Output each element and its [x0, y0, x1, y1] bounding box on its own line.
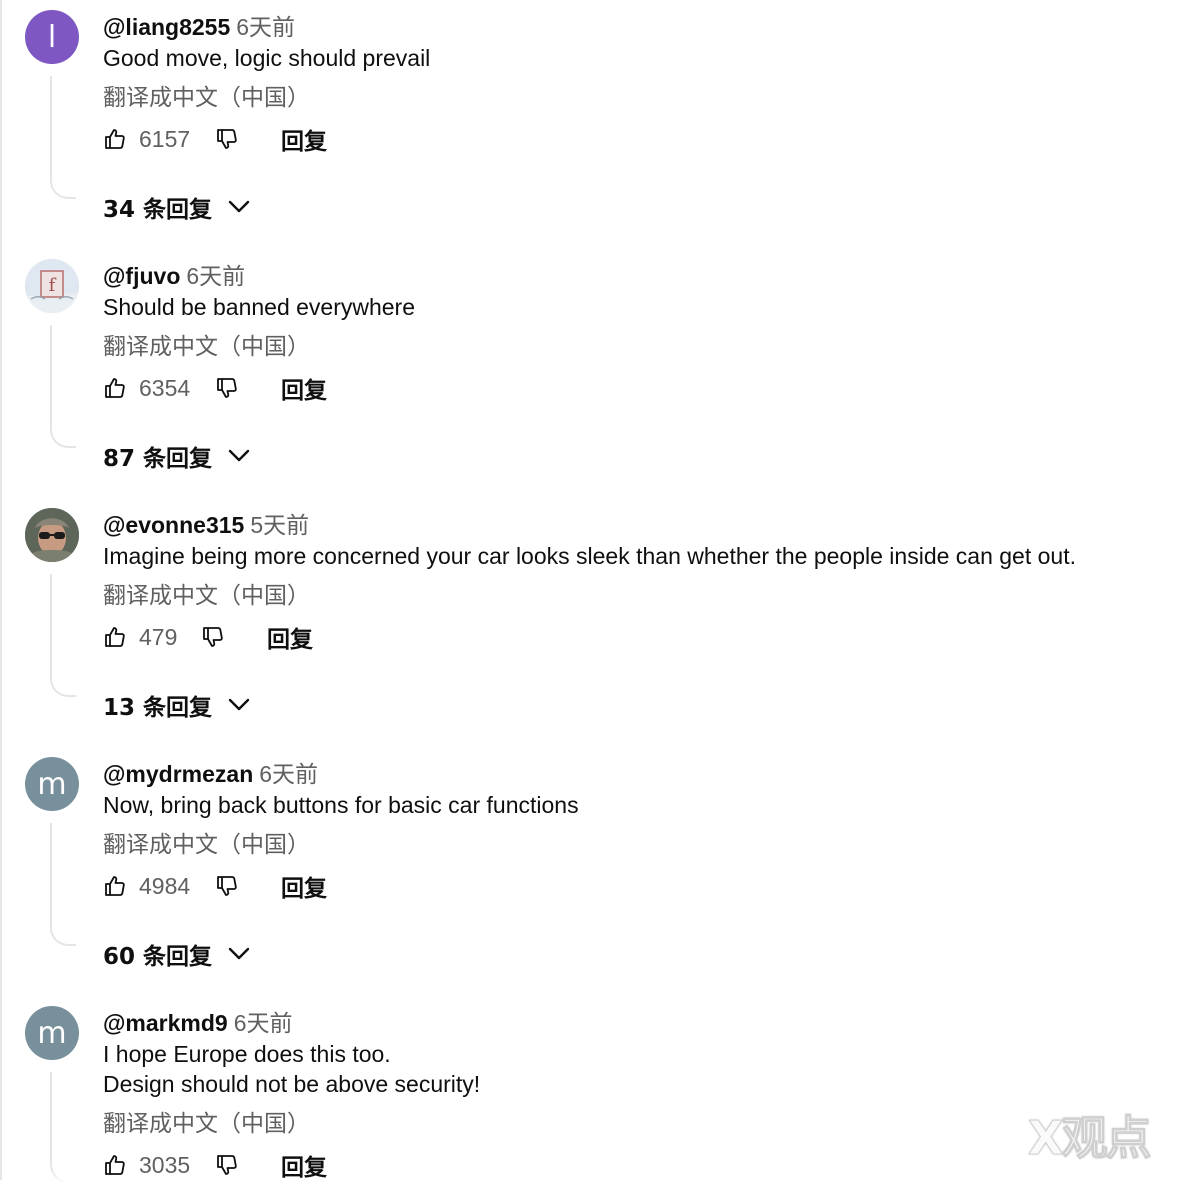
avatar[interactable]: m	[25, 1006, 79, 1060]
avatar-letter: l	[47, 19, 57, 55]
comment-text-line: Should be banned everywhere	[103, 294, 416, 320]
thumbs-up-icon	[105, 876, 125, 896]
comment-header: @liang8255 6天前	[103, 8, 295, 42]
reply-button[interactable]: 回复	[281, 122, 327, 156]
avatar-image	[25, 508, 79, 562]
thumbs-down-icon	[217, 129, 237, 149]
thumbs-up-icon	[105, 378, 125, 398]
avatar-letter: m	[37, 1015, 67, 1051]
avatar-letter: m	[37, 766, 67, 802]
translate-link[interactable]: 翻译成中文（中国）	[103, 1104, 310, 1138]
comment-text-line: Imagine being more concerned your car lo…	[103, 543, 1076, 569]
like-button[interactable]	[103, 1153, 127, 1177]
thumbs-down-icon	[217, 876, 237, 896]
thread-connector	[50, 574, 76, 697]
comment-text: Should be banned everywhere	[103, 292, 415, 322]
chevron-down-icon	[228, 200, 250, 213]
comment-actions: 6354 回复	[103, 371, 327, 405]
comment-text-line: I hope Europe does this too.	[103, 1041, 391, 1067]
comment-text: Imagine being more concerned your car lo…	[103, 541, 1076, 571]
watermark-logo: X观点	[1027, 1111, 1151, 1166]
comment-actions: 6157 回复	[103, 122, 327, 156]
comment-item: l @liang8255 6天前 Good move, logic should …	[0, 0, 1181, 249]
author-name[interactable]: @markmd9	[103, 1010, 228, 1036]
comment-item: f @fjuvo 6天前 Should be banned everywhere …	[0, 249, 1181, 498]
thread-connector	[50, 1072, 76, 1182]
avatar[interactable]: l	[25, 10, 79, 64]
like-count: 6157	[139, 125, 191, 152]
translate-link[interactable]: 翻译成中文（中国）	[103, 78, 310, 112]
thread-connector	[50, 823, 76, 946]
avatar[interactable]: f	[25, 259, 79, 313]
comment-time[interactable]: 6天前	[234, 1010, 293, 1036]
replies-count: 87 条回复	[103, 446, 213, 472]
comment-text-line: Design should not be above security!	[103, 1071, 481, 1097]
comment-text: Good move, logic should prevail	[103, 43, 430, 73]
translate-link[interactable]: 翻译成中文（中国）	[103, 825, 310, 859]
comment-actions: 479 回复	[103, 620, 313, 654]
author-name[interactable]: @fjuvo	[103, 263, 180, 289]
like-count: 6354	[139, 374, 191, 401]
comment-item: m @mydrmezan 6天前 Now, bring back buttons …	[0, 747, 1181, 996]
dislike-button[interactable]	[215, 1153, 239, 1177]
comment-time[interactable]: 6天前	[259, 761, 318, 787]
author-name[interactable]: @evonne315	[103, 512, 244, 538]
chevron-down-icon	[228, 449, 250, 462]
comment-time[interactable]: 6天前	[186, 263, 245, 289]
thumbs-down-icon	[203, 627, 223, 647]
translate-link[interactable]: 翻译成中文（中国）	[103, 576, 310, 610]
comment-item: m @markmd9 6天前 I hope Europe does this to…	[0, 996, 1181, 1182]
replies-toggle[interactable]: 60 条回复	[103, 937, 250, 971]
thumbs-down-icon	[217, 1155, 237, 1175]
thumbs-up-icon	[105, 129, 125, 149]
dislike-button[interactable]	[215, 127, 239, 151]
like-count: 479	[139, 623, 178, 650]
reply-button[interactable]: 回复	[281, 869, 327, 903]
comment-text: I hope Europe does this too. Design shou…	[103, 1039, 480, 1099]
comment-text: Now, bring back buttons for basic car fu…	[103, 790, 579, 820]
dislike-button[interactable]	[215, 874, 239, 898]
chevron-down-icon	[228, 698, 250, 711]
reply-button[interactable]: 回复	[281, 371, 327, 405]
like-count: 4984	[139, 872, 191, 899]
like-button[interactable]	[103, 127, 127, 151]
replies-toggle[interactable]: 13 条回复	[103, 688, 250, 722]
replies-count: 34 条回复	[103, 197, 213, 223]
thumbs-up-icon	[105, 1155, 125, 1175]
like-button[interactable]	[103, 376, 127, 400]
thumbs-up-icon	[105, 627, 125, 647]
comment-item: @evonne315 5天前 Imagine being more concern…	[0, 498, 1181, 747]
comment-time[interactable]: 5天前	[250, 512, 309, 538]
replies-toggle[interactable]: 87 条回复	[103, 439, 250, 473]
comment-text-line: Good move, logic should prevail	[103, 45, 431, 71]
avatar[interactable]	[25, 508, 79, 562]
comment-header: @mydrmezan 6天前	[103, 755, 318, 789]
reply-button[interactable]: 回复	[267, 620, 313, 654]
dislike-button[interactable]	[201, 625, 225, 649]
avatar-image: f	[25, 259, 79, 313]
comment-header: @fjuvo 6天前	[103, 257, 245, 291]
comment-header: @evonne315 5天前	[103, 506, 309, 540]
like-button[interactable]	[103, 874, 127, 898]
dislike-button[interactable]	[215, 376, 239, 400]
thread-connector	[50, 76, 76, 199]
replies-count: 13 条回复	[103, 695, 213, 721]
thread-connector	[50, 325, 76, 448]
avatar[interactable]: m	[25, 757, 79, 811]
like-button[interactable]	[103, 625, 127, 649]
comment-text-line: Now, bring back buttons for basic car fu…	[103, 792, 579, 818]
comment-header: @markmd9 6天前	[103, 1004, 293, 1038]
author-name[interactable]: @mydrmezan	[103, 761, 253, 787]
comment-actions: 4984 回复	[103, 869, 327, 903]
replies-toggle[interactable]: 34 条回复	[103, 190, 250, 224]
like-count: 3035	[139, 1151, 191, 1178]
translate-link[interactable]: 翻译成中文（中国）	[103, 327, 310, 361]
replies-count: 60 条回复	[103, 944, 213, 970]
reply-button[interactable]: 回复	[281, 1148, 327, 1182]
comment-time[interactable]: 6天前	[236, 14, 295, 40]
author-name[interactable]: @liang8255	[103, 14, 230, 40]
thumbs-down-icon	[217, 378, 237, 398]
chevron-down-icon	[228, 947, 250, 960]
comment-actions: 3035 回复	[103, 1148, 327, 1182]
